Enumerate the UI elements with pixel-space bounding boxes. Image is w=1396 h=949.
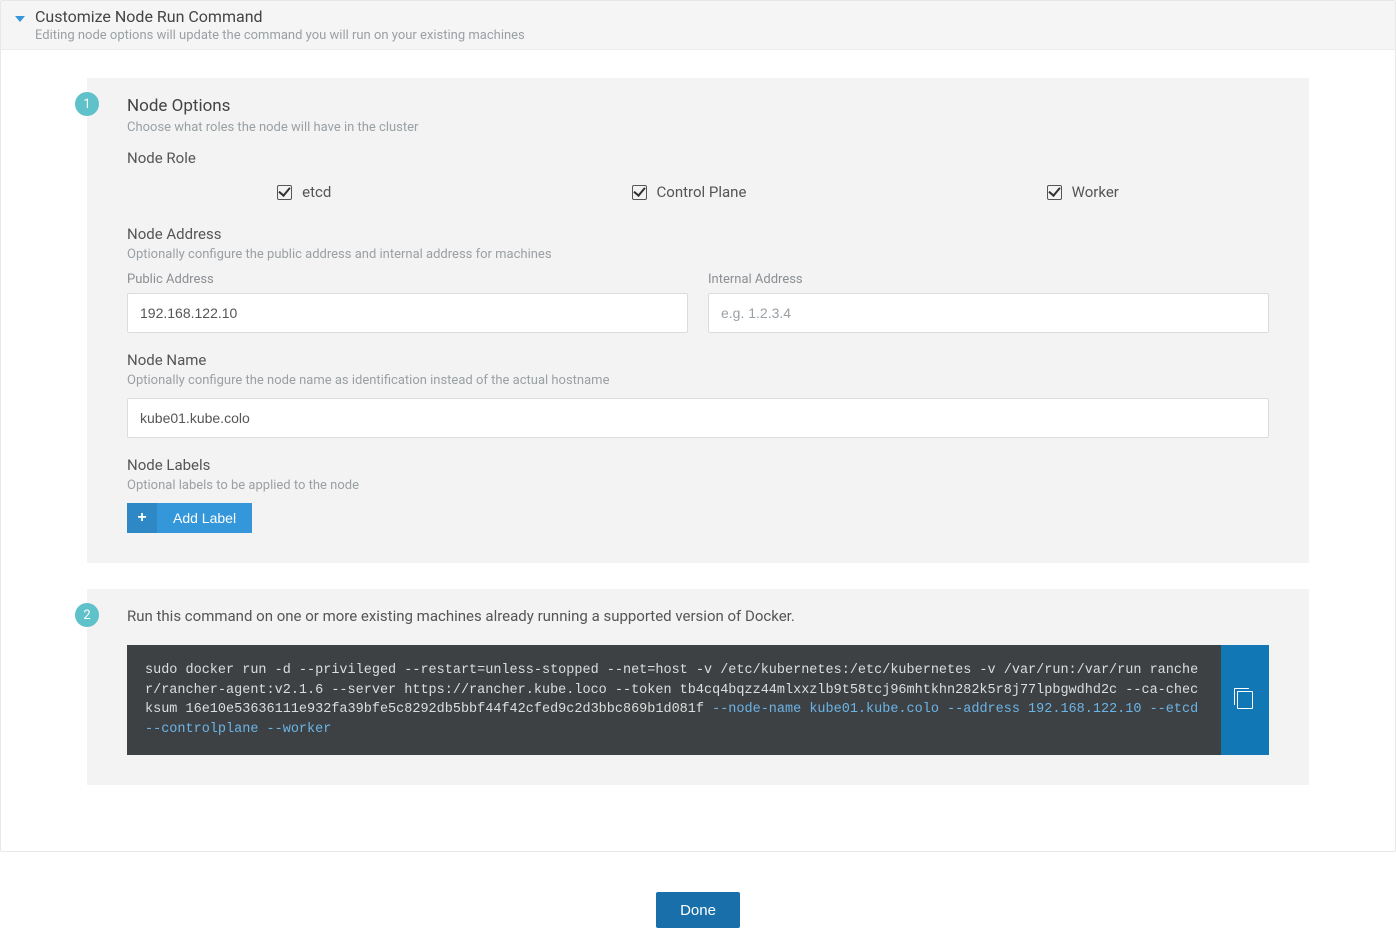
etcd-label: etcd [302,183,331,201]
panel-title: Customize Node Run Command [35,7,525,26]
collapse-caret-icon[interactable] [15,16,25,22]
panel-subtitle: Editing node options will update the com… [35,28,525,43]
done-button[interactable]: Done [656,892,740,928]
etcd-checkbox[interactable] [277,185,292,200]
add-label-button[interactable]: + Add Label [127,503,252,533]
internal-address-input[interactable] [708,293,1269,333]
node-name-title: Node Name [127,351,1269,369]
node-name-sub: Optionally configure the node name as id… [127,373,1269,388]
public-address-label: Public Address [127,272,688,287]
plus-icon: + [127,503,157,533]
public-address-input[interactable] [127,293,688,333]
step-badge-1: 1 [75,92,99,116]
control-plane-label: Control Plane [657,183,747,201]
node-address-sub: Optionally configure the public address … [127,247,1269,262]
worker-checkbox[interactable] [1047,185,1062,200]
node-labels-sub: Optional labels to be applied to the nod… [127,478,1269,493]
clipboard-icon [1237,691,1253,709]
internal-address-label: Internal Address [708,272,1269,287]
step-1-section: 1 Node Options Choose what roles the nod… [87,78,1309,563]
node-labels-title: Node Labels [127,456,1269,474]
node-role-label: Node Role [127,149,1269,167]
add-label-text: Add Label [157,510,252,526]
step-2-section: 2 Run this command on one or more existi… [87,589,1309,785]
copy-button[interactable] [1221,645,1269,755]
node-options-title: Node Options [127,96,1269,116]
worker-label: Worker [1072,183,1119,201]
panel-header: Customize Node Run Command Editing node … [1,1,1395,50]
node-name-input[interactable] [127,398,1269,438]
node-options-subtitle: Choose what roles the node will have in … [127,120,1269,135]
command-box[interactable]: sudo docker run -d --privileged --restar… [127,645,1221,755]
control-plane-checkbox[interactable] [632,185,647,200]
step-badge-2: 2 [75,603,99,627]
node-address-title: Node Address [127,225,1269,243]
run-command-text: Run this command on one or more existing… [127,607,1269,625]
